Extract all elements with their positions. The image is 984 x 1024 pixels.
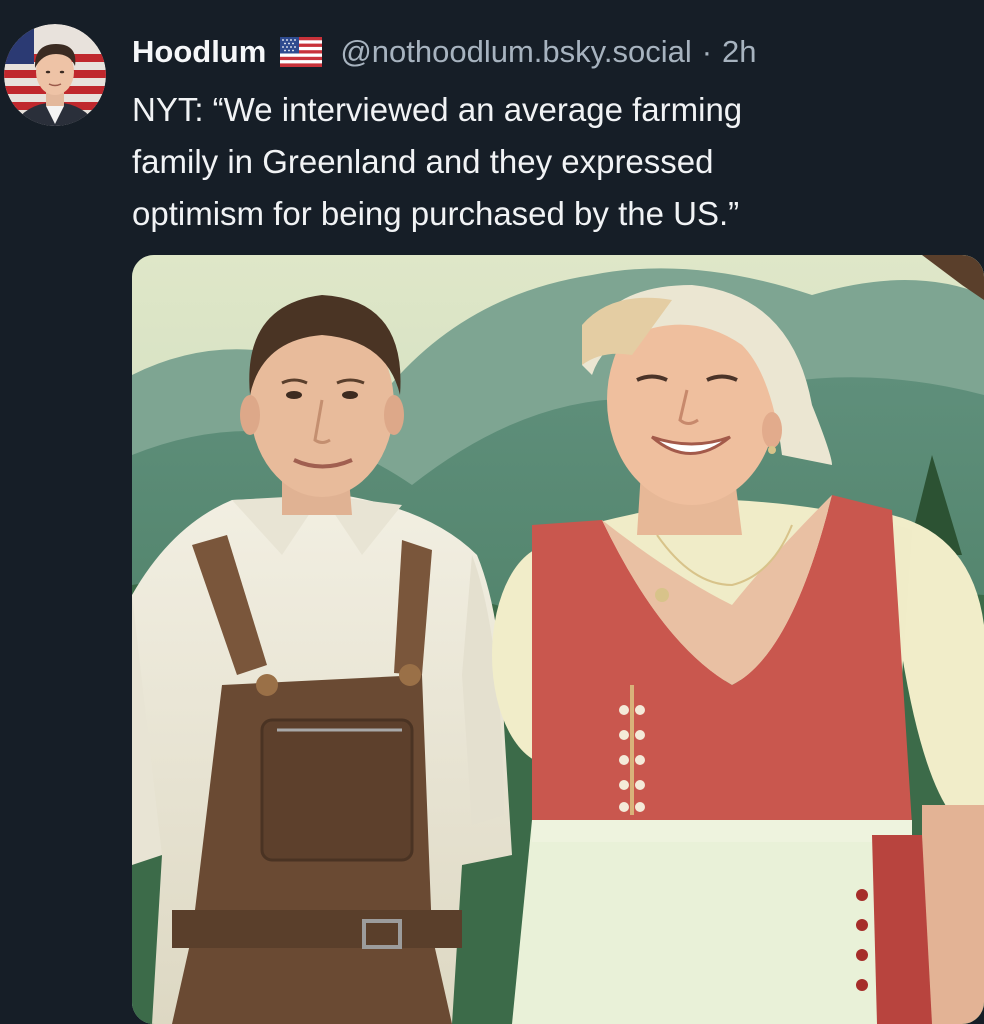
post-header: Hoodlum @nothoodlum.bsky.social · 2h (132, 30, 757, 74)
post: Hoodlum @nothoodlum.bsky.social · 2h NYT… (0, 0, 984, 1024)
post-text: NYT: “We interviewed an average farming … (132, 91, 743, 232)
timestamp[interactable]: 2h (722, 34, 756, 70)
avatar[interactable] (4, 24, 106, 126)
display-name[interactable]: Hoodlum (132, 34, 266, 70)
author-handle[interactable]: @nothoodlum.bsky.social (340, 34, 691, 70)
post-image[interactable] (132, 255, 984, 1024)
us-flag-icon (280, 37, 323, 67)
separator: · (701, 34, 713, 69)
